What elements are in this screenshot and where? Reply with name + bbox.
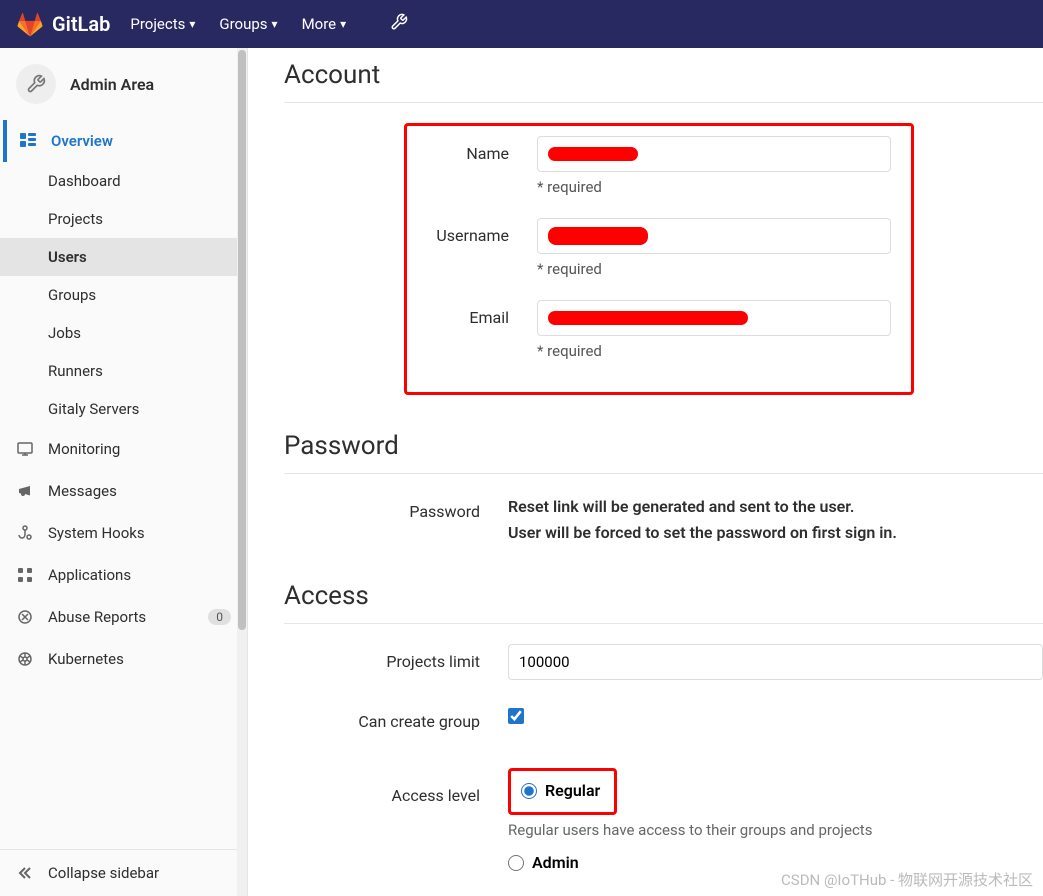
sidebar-sub-projects[interactable]: Projects: [0, 200, 247, 238]
projects-limit-label: Projects limit: [284, 644, 508, 671]
nav-more[interactable]: More▾: [302, 15, 347, 33]
logo[interactable]: GitLab: [16, 10, 110, 38]
name-input[interactable]: [537, 136, 891, 172]
sidebar-sub-dashboard[interactable]: Dashboard: [0, 162, 247, 200]
account-title: Account: [284, 60, 1043, 90]
sidebar-title: Admin Area: [70, 75, 154, 94]
top-nav: GitLab Projects▾ Groups▾ More▾: [0, 0, 1043, 48]
projects-limit-input[interactable]: [508, 644, 1043, 680]
collapse-icon: [16, 864, 34, 882]
sidebar-sub-runners[interactable]: Runners: [0, 352, 247, 390]
chevron-down-icon: ▾: [340, 17, 346, 31]
sidebar: Admin Area Overview Dashboard Projects U…: [0, 48, 248, 896]
required-hint: * required: [537, 342, 891, 360]
sidebar-sub-gitaly[interactable]: Gitaly Servers: [0, 390, 247, 428]
admin-wrench-icon[interactable]: [390, 13, 408, 36]
required-hint: * required: [537, 260, 891, 278]
sidebar-item-system-hooks[interactable]: System Hooks: [0, 512, 247, 554]
divider: [284, 473, 1043, 474]
redacted: [548, 311, 748, 325]
password-desc-2: User will be forced to set the password …: [508, 520, 1043, 546]
abuse-icon: [16, 608, 34, 626]
sidebar-item-label: Overview: [51, 132, 113, 150]
scrollbar[interactable]: [237, 48, 247, 896]
account-highlight-box: Name * required Username * required Emai…: [404, 123, 914, 395]
access-level-highlight-box: Regular: [508, 768, 617, 815]
email-label: Email: [407, 300, 537, 327]
sidebar-item-label: Applications: [48, 566, 131, 584]
password-title: Password: [284, 431, 1043, 461]
divider: [284, 102, 1043, 103]
admin-label: Admin: [532, 853, 579, 872]
email-input[interactable]: [537, 300, 891, 336]
access-level-admin-radio[interactable]: [508, 855, 524, 871]
sidebar-item-applications[interactable]: Applications: [0, 554, 247, 596]
brand-text: GitLab: [52, 12, 110, 36]
collapse-label: Collapse sidebar: [48, 864, 159, 882]
chevron-down-icon: ▾: [272, 17, 278, 31]
monitor-icon: [16, 440, 34, 458]
regular-desc: Regular users have access to their group…: [508, 821, 1043, 839]
username-input[interactable]: [537, 218, 891, 254]
regular-label: Regular: [545, 781, 600, 800]
nav-items: Projects▾ Groups▾ More▾: [130, 13, 408, 36]
redacted: [548, 227, 648, 245]
sidebar-sub-jobs[interactable]: Jobs: [0, 314, 247, 352]
sidebar-header[interactable]: Admin Area: [0, 48, 247, 120]
sidebar-sub-groups[interactable]: Groups: [0, 276, 247, 314]
password-label: Password: [284, 494, 508, 521]
sidebar-item-kubernetes[interactable]: Kubernetes: [0, 638, 247, 680]
sidebar-item-label: Messages: [48, 482, 117, 500]
kubernetes-icon: [16, 650, 34, 668]
sidebar-item-messages[interactable]: Messages: [0, 470, 247, 512]
username-label: Username: [407, 218, 537, 245]
overview-icon: [19, 132, 37, 150]
divider: [284, 623, 1043, 624]
wrench-icon: [16, 64, 56, 104]
access-title: Access: [284, 581, 1043, 611]
sidebar-item-label: System Hooks: [48, 524, 145, 542]
sidebar-item-label: Abuse Reports: [48, 608, 146, 626]
sidebar-item-label: Monitoring: [48, 440, 120, 458]
redacted: [548, 147, 638, 161]
main-content: Account Name * required Username * requi…: [248, 48, 1043, 896]
name-label: Name: [407, 136, 537, 163]
collapse-sidebar[interactable]: Collapse sidebar: [0, 849, 247, 896]
nav-groups[interactable]: Groups▾: [219, 15, 277, 33]
badge: 0: [208, 609, 231, 625]
required-hint: * required: [537, 178, 891, 196]
sidebar-item-overview[interactable]: Overview: [0, 120, 247, 162]
gitlab-logo-icon: [16, 10, 44, 38]
grid-icon: [16, 566, 34, 584]
sidebar-sub-users[interactable]: Users: [0, 238, 247, 276]
sidebar-item-label: Kubernetes: [48, 650, 124, 668]
access-level-regular-radio[interactable]: [521, 783, 537, 799]
chevron-down-icon: ▾: [189, 17, 195, 31]
access-level-label: Access level: [284, 768, 508, 805]
nav-projects[interactable]: Projects▾: [130, 15, 195, 33]
can-create-group-checkbox[interactable]: [508, 708, 524, 724]
hook-icon: [16, 524, 34, 542]
sidebar-item-monitoring[interactable]: Monitoring: [0, 428, 247, 470]
can-create-group-label: Can create group: [284, 704, 508, 731]
megaphone-icon: [16, 482, 34, 500]
sidebar-item-abuse-reports[interactable]: Abuse Reports 0: [0, 596, 247, 638]
password-desc-1: Reset link will be generated and sent to…: [508, 494, 1043, 520]
